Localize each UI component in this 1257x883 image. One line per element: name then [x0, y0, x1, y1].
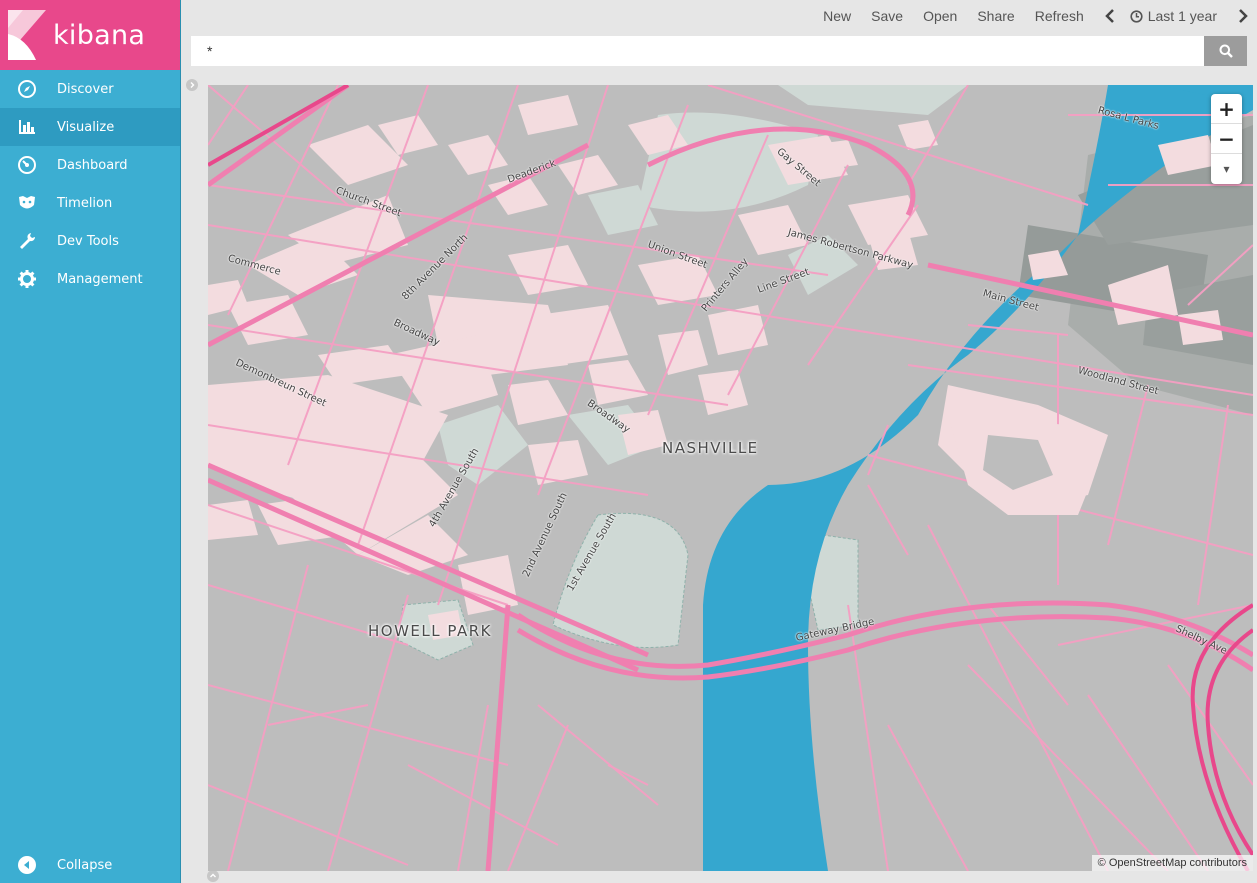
chevron-left-icon[interactable] [1104, 9, 1116, 23]
time-range-label: Last 1 year [1147, 8, 1217, 24]
time-picker[interactable]: Last 1 year [1130, 8, 1217, 24]
zoom-in-button[interactable]: + [1211, 94, 1242, 124]
refresh-button[interactable]: Refresh [1035, 8, 1084, 24]
sidebar-item-management[interactable]: Management [0, 260, 180, 298]
map-zoom-controls: + − ▾ [1211, 94, 1242, 184]
chevron-right-icon [190, 82, 195, 88]
sidebar-item-label: Discover [57, 81, 114, 97]
toggle-editor-button[interactable] [186, 79, 198, 91]
map-label-nashville: NASHVILLE [662, 439, 759, 457]
new-button[interactable]: New [823, 8, 851, 24]
sidebar-item-label: Dashboard [57, 157, 128, 173]
chevron-right-icon[interactable] [1237, 9, 1249, 23]
sidebar-item-label: Timelion [57, 195, 113, 211]
map-label-howell-park: HOWELL PARK [368, 622, 492, 640]
clock-icon [1130, 9, 1143, 23]
speedometer-icon [17, 155, 37, 175]
top-nav: New Save Open Share Refresh Last 1 year [181, 0, 1257, 32]
share-button[interactable]: Share [977, 8, 1014, 24]
sidebar: kibana Discover Visualize Dashboard Time… [0, 0, 181, 883]
collapse-button[interactable]: Collapse [0, 853, 181, 877]
open-button[interactable]: Open [923, 8, 957, 24]
sidebar-item-label: Visualize [57, 119, 115, 135]
search-icon [1219, 44, 1233, 58]
wrench-icon [17, 231, 37, 251]
zoom-out-button[interactable]: − [1211, 124, 1242, 154]
toggle-spy-button[interactable] [207, 870, 219, 882]
sidebar-item-label: Dev Tools [57, 233, 119, 249]
search-input[interactable] [191, 36, 1204, 66]
map-visualization[interactable]: NASHVILLE HOWELL PARK Gateway Bridge She… [208, 85, 1253, 871]
sidebar-item-timelion[interactable]: Timelion [0, 184, 180, 222]
sidebar-item-label: Management [57, 271, 143, 287]
bar-chart-icon [17, 117, 37, 137]
query-bar [191, 36, 1247, 66]
kibana-logo-icon [8, 10, 46, 60]
sidebar-item-discover[interactable]: Discover [0, 70, 180, 108]
kibana-logo[interactable]: kibana [0, 0, 180, 70]
app-name: kibana [53, 19, 146, 51]
collapse-label: Collapse [57, 857, 113, 873]
sidebar-item-dashboard[interactable]: Dashboard [0, 146, 180, 184]
collapse-arrow-icon [17, 855, 37, 875]
search-button[interactable] [1204, 36, 1247, 66]
save-button[interactable]: Save [871, 8, 903, 24]
sidebar-item-dev-tools[interactable]: Dev Tools [0, 222, 180, 260]
timelion-icon [17, 193, 37, 213]
compass-icon [17, 79, 37, 99]
map-attribution[interactable]: © OpenStreetMap contributors [1091, 855, 1253, 871]
gear-icon [17, 269, 37, 289]
sidebar-item-visualize[interactable]: Visualize [0, 108, 180, 146]
fit-bounds-icon: ▾ [1223, 162, 1230, 176]
chevron-up-icon [210, 873, 216, 878]
fit-bounds-button[interactable]: ▾ [1211, 154, 1242, 184]
